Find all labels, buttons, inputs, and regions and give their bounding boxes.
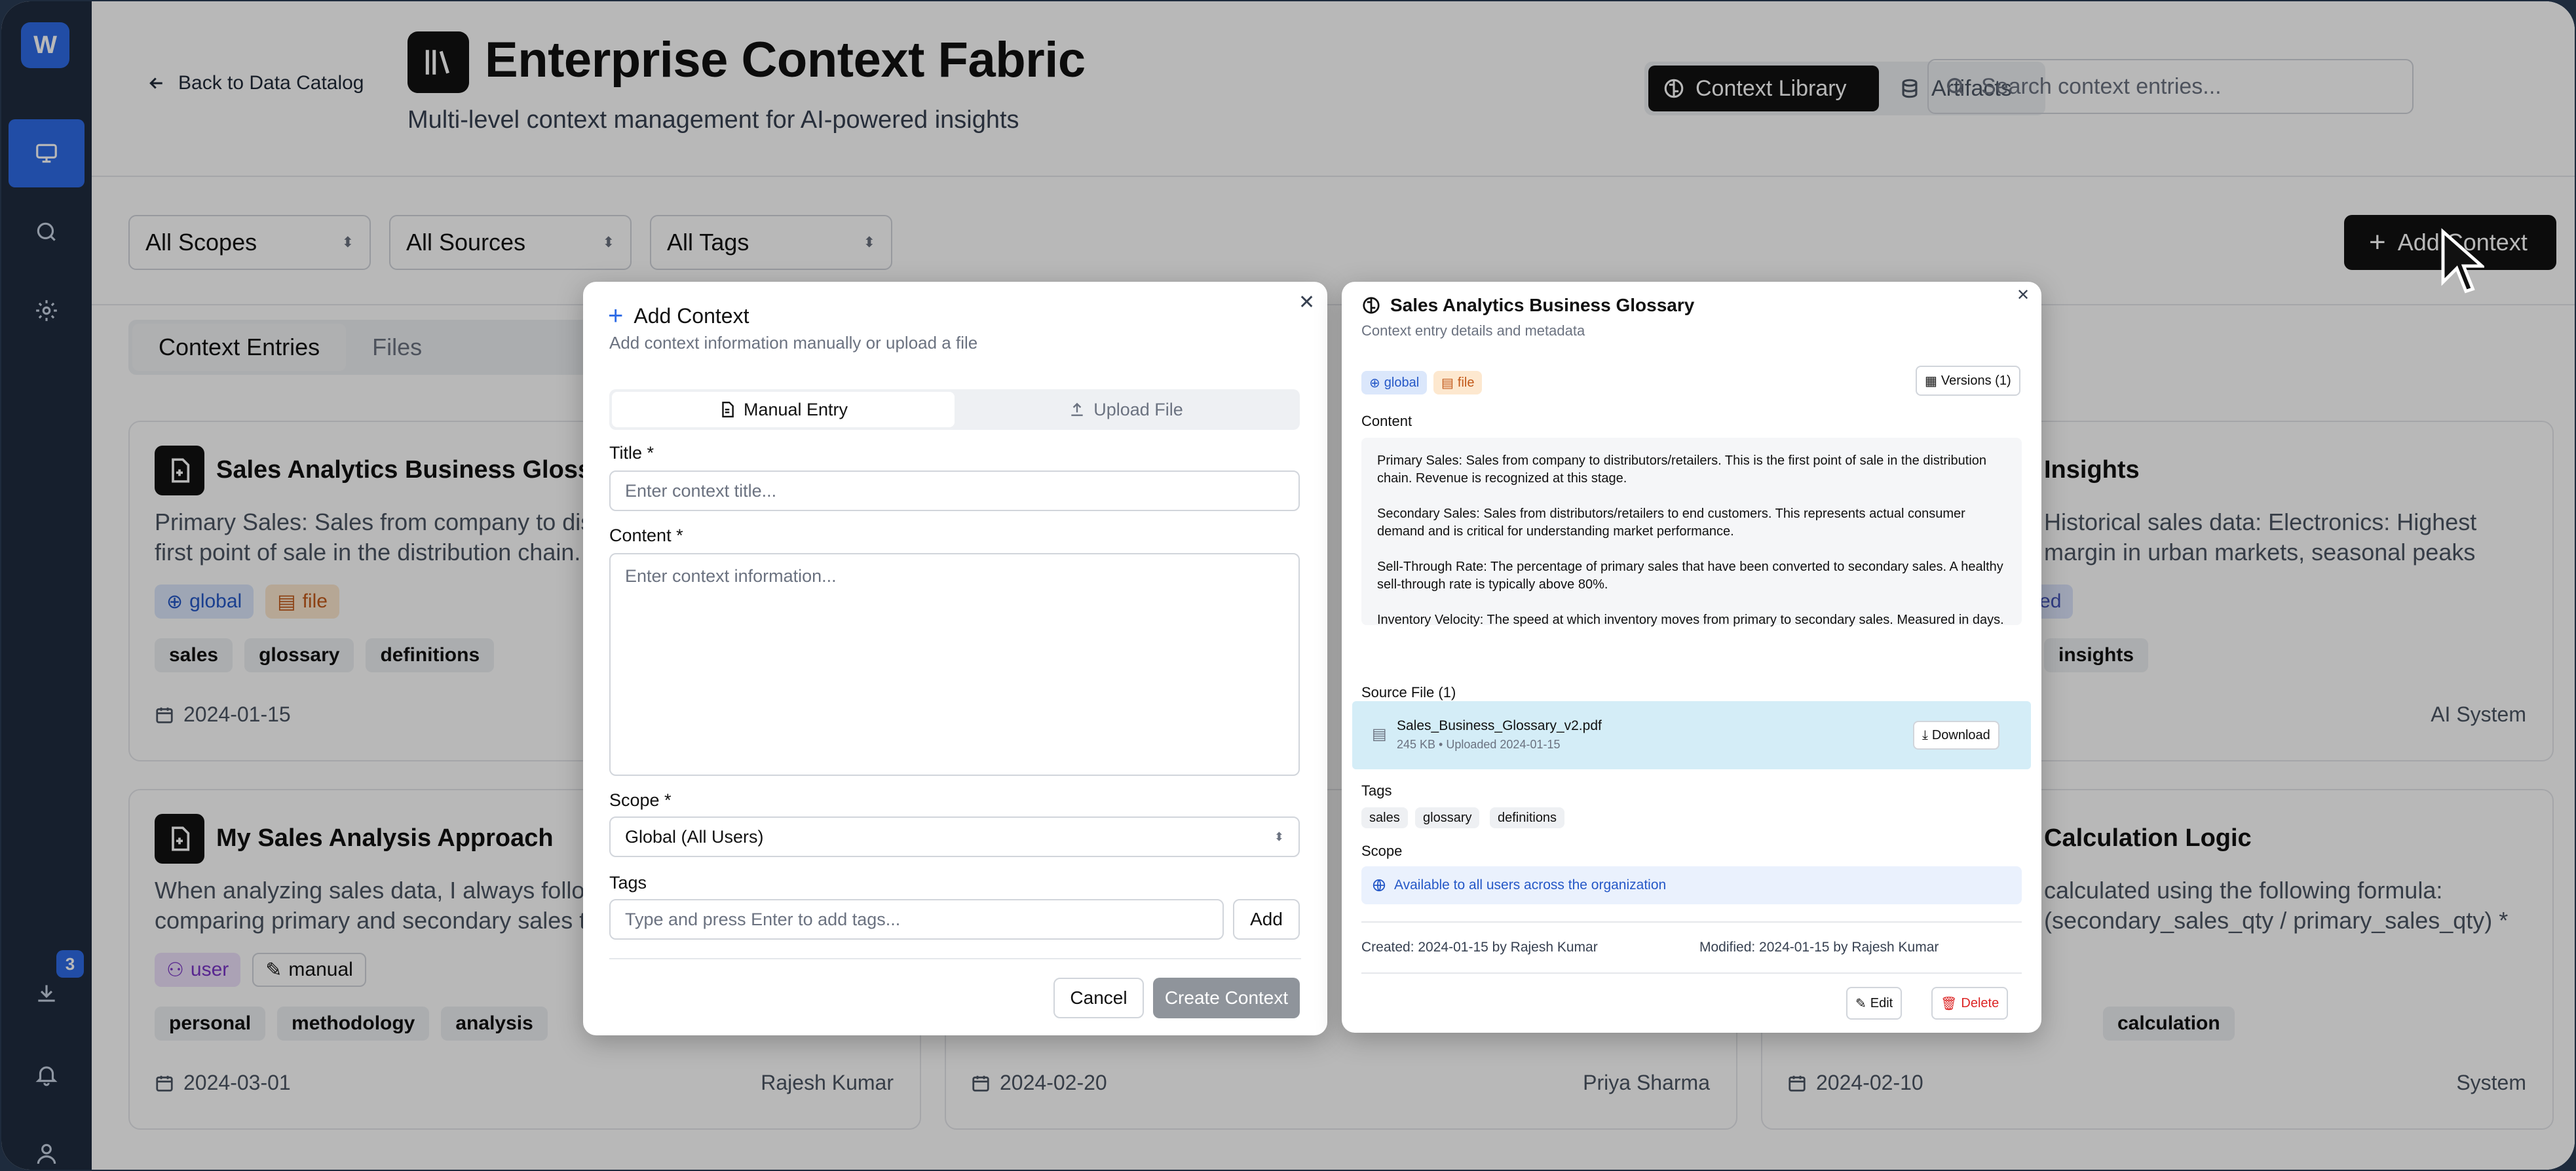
dialog-title-text: Add Context bbox=[634, 304, 749, 328]
scope-info: Available to all users across the organi… bbox=[1361, 866, 2022, 904]
tags-heading: Tags bbox=[1361, 782, 1392, 799]
tab-upload-file-label: Upload File bbox=[1093, 399, 1183, 419]
content-textarea[interactable]: Enter context information... bbox=[609, 553, 1300, 776]
content-label: Content * bbox=[609, 526, 683, 545]
divider bbox=[1361, 921, 2022, 923]
add-context-dialog: ✕ + Add Context Add context information … bbox=[583, 282, 1327, 1035]
globe-icon: ⊕ bbox=[1369, 375, 1380, 391]
document-icon: ▤ bbox=[1372, 725, 1387, 743]
dialog-subtitle: Add context information manually or uplo… bbox=[609, 333, 978, 353]
title-input[interactable]: Enter context title... bbox=[609, 470, 1300, 511]
context-detail-dialog: ✕ Sales Analytics Business Glossary Cont… bbox=[1342, 282, 2041, 1033]
versions-label: Versions (1) bbox=[1941, 373, 2011, 388]
calendar-icon: ▦ bbox=[1925, 374, 1937, 389]
content-paragraph: Inventory Velocity: The speed at which i… bbox=[1377, 613, 2004, 627]
mouse-cursor-icon bbox=[2441, 228, 2484, 294]
content-paragraph: Secondary Sales: Sales from distributors… bbox=[1377, 507, 1965, 539]
scope-badge: ⊕ global bbox=[1361, 371, 1428, 394]
globe-icon bbox=[1373, 879, 1386, 892]
document-icon bbox=[722, 401, 734, 418]
tab-manual-entry[interactable]: Manual Entry bbox=[612, 392, 955, 427]
dialog-subtitle: Context entry details and metadata bbox=[1361, 322, 1585, 339]
entry-mode-toggle: Manual Entry Upload File bbox=[609, 389, 1300, 430]
divider bbox=[1361, 972, 2022, 974]
scope-text: Available to all users across the organi… bbox=[1394, 877, 1667, 893]
brain-icon bbox=[1363, 297, 1380, 314]
edit-icon: ✎ bbox=[1855, 996, 1866, 1011]
created-meta: Created: 2024-01-15 by Rajesh Kumar bbox=[1361, 940, 1598, 955]
divider bbox=[609, 958, 1301, 959]
add-tag-button[interactable]: Add bbox=[1233, 899, 1300, 940]
scope-select[interactable]: Global (All Users) ⬍ bbox=[609, 816, 1300, 857]
file-icon: ▤ bbox=[1441, 375, 1454, 391]
dialog-title-text: Sales Analytics Business Glossary bbox=[1390, 295, 1695, 315]
chevron-updown-icon: ⬍ bbox=[1274, 830, 1284, 843]
delete-button[interactable]: 🗑 Delete bbox=[1931, 987, 2009, 1020]
plus-icon: + bbox=[608, 301, 624, 330]
content-paragraph: Primary Sales: Sales from company to dis… bbox=[1377, 453, 1987, 486]
tags-input[interactable]: Type and press Enter to add tags... bbox=[609, 899, 1224, 940]
edit-label: Edit bbox=[1870, 995, 1893, 1010]
download-button[interactable]: ⤓ Download bbox=[1913, 721, 1999, 750]
create-context-button[interactable]: Create Context bbox=[1153, 978, 1300, 1018]
badge-label: file bbox=[1457, 375, 1475, 390]
content-paragraph: Sell-Through Rate: The percentage of pri… bbox=[1377, 560, 2003, 592]
modified-meta: Modified: 2024-01-15 by Rajesh Kumar bbox=[1699, 940, 1939, 955]
source-badge: ▤ file bbox=[1433, 371, 1483, 394]
close-icon[interactable]: ✕ bbox=[2017, 286, 2030, 305]
source-file-row: ▤ Sales_Business_Glossary_v2.pdf 245 KB … bbox=[1352, 701, 2031, 769]
download-icon: ⤓ bbox=[1922, 727, 1928, 742]
dialog-title: + Add Context bbox=[608, 301, 749, 331]
content-heading: Content bbox=[1361, 413, 1412, 429]
trash-icon: 🗑 bbox=[1941, 996, 1958, 1011]
tab-manual-entry-label: Manual Entry bbox=[743, 399, 848, 419]
file-name: Sales_Business_Glossary_v2.pdf bbox=[1397, 718, 1602, 733]
download-label: Download bbox=[1931, 727, 1990, 742]
tag-chip[interactable]: glossary bbox=[1415, 807, 1480, 828]
dialog-title: Sales Analytics Business Glossary bbox=[1361, 295, 1694, 316]
tag-chip[interactable]: definitions bbox=[1490, 807, 1565, 828]
scope-heading: Scope bbox=[1361, 843, 1403, 859]
scope-select-value: Global (All Users) bbox=[625, 826, 764, 847]
upload-icon bbox=[1071, 402, 1083, 416]
badge-label: global bbox=[1384, 375, 1420, 390]
delete-label: Delete bbox=[1961, 995, 1999, 1010]
scope-label: Scope * bbox=[609, 790, 672, 810]
title-label: Title * bbox=[609, 443, 654, 463]
tag-chip[interactable]: sales bbox=[1361, 807, 1408, 828]
source-file-heading: Source File (1) bbox=[1361, 684, 1456, 701]
tab-upload-file[interactable]: Upload File bbox=[955, 392, 1297, 427]
app-window: W 3 Back to Data Catalog Enterprise Cont… bbox=[1, 1, 2575, 1170]
tags-label: Tags bbox=[609, 873, 647, 893]
versions-button[interactable]: ▦ Versions (1) bbox=[1916, 366, 2020, 396]
cancel-button[interactable]: Cancel bbox=[1053, 978, 1144, 1018]
edit-button[interactable]: ✎ Edit bbox=[1846, 987, 1903, 1020]
content-body: Primary Sales: Sales from company to dis… bbox=[1361, 438, 2022, 627]
close-icon[interactable]: ✕ bbox=[1298, 291, 1315, 314]
file-meta: 245 KB • Uploaded 2024-01-15 bbox=[1397, 738, 1561, 751]
